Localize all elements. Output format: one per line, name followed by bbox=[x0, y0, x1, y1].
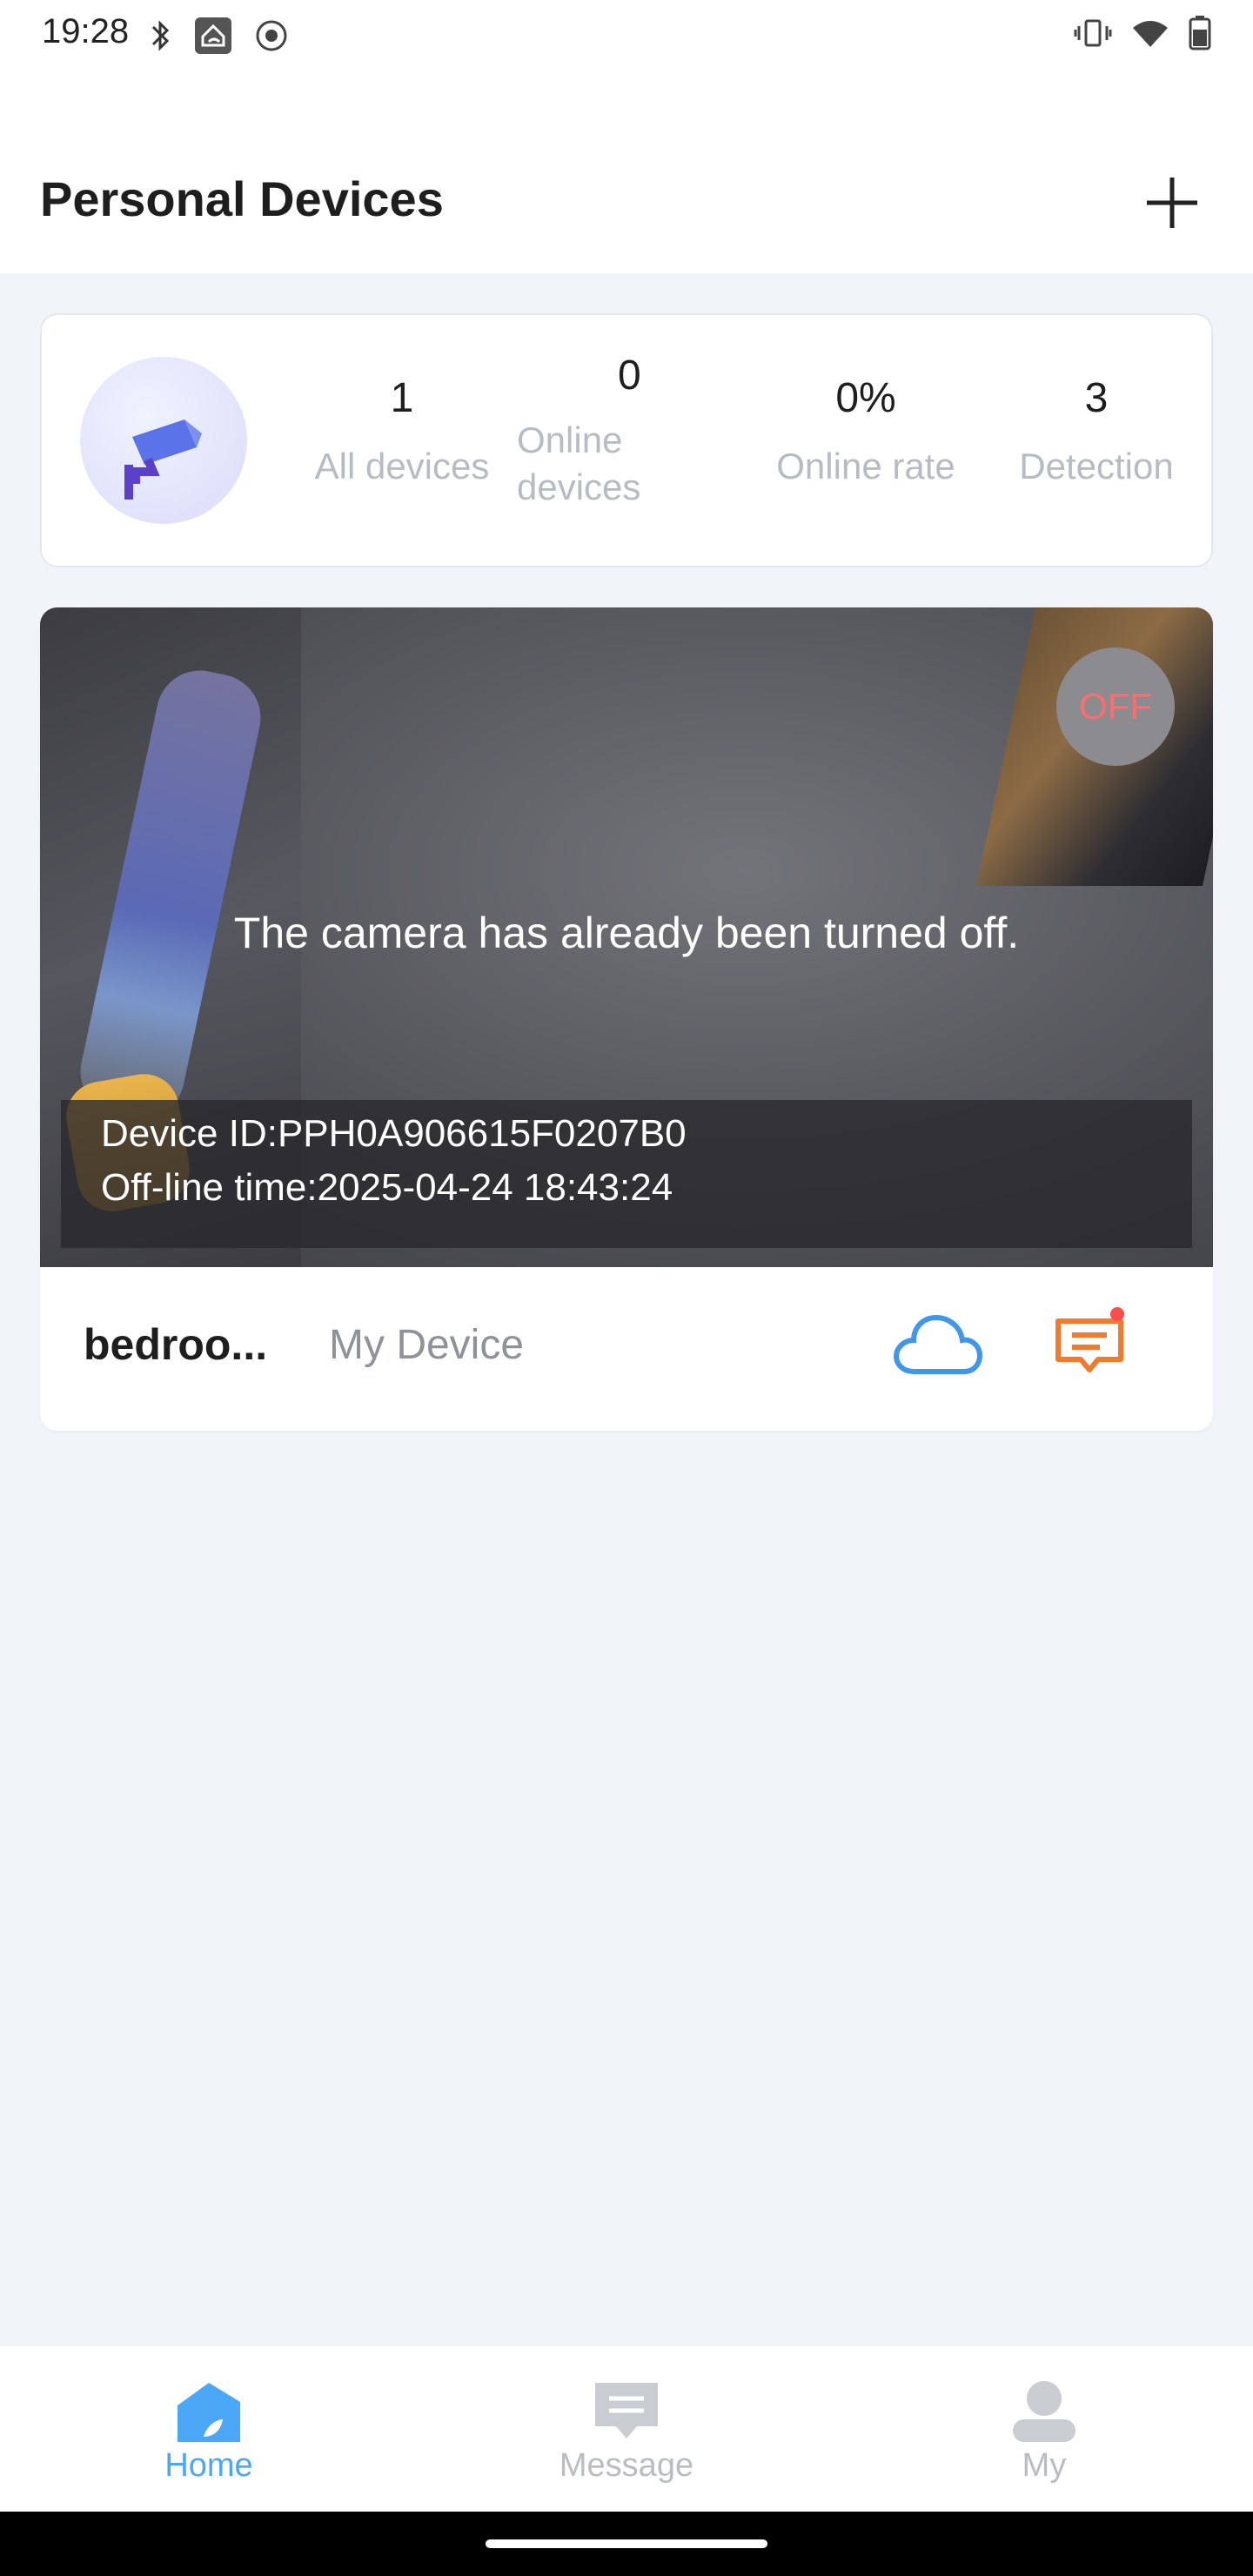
home-app-icon bbox=[193, 16, 233, 60]
device-info-panel: Device ID:PPH0A906615F0207B0 Off-line ti… bbox=[61, 1100, 1192, 1248]
nav-label: Home bbox=[164, 2447, 253, 2484]
plus-icon bbox=[1147, 178, 1197, 228]
status-icons-left bbox=[148, 16, 289, 60]
message-icon bbox=[595, 2383, 658, 2438]
camera-preview[interactable]: OFF The camera has already been turned o… bbox=[40, 607, 1213, 1267]
device-footer: bedroo... My Device bbox=[40, 1267, 1213, 1431]
home-indicator[interactable] bbox=[486, 2539, 767, 2548]
status-icons-right bbox=[1074, 16, 1211, 55]
stat-all-devices: 1 All devices bbox=[305, 374, 499, 490]
stat-value: 3 bbox=[1084, 375, 1109, 421]
power-toggle-button[interactable]: OFF bbox=[1056, 647, 1175, 766]
device-id: Device ID:PPH0A906615F0207B0 bbox=[101, 1112, 687, 1155]
user-icon bbox=[1013, 2381, 1075, 2442]
home-icon bbox=[178, 2383, 240, 2442]
notification-dot bbox=[1110, 1307, 1124, 1321]
nav-home[interactable]: Home bbox=[0, 2346, 418, 2512]
stat-value: 0% bbox=[835, 375, 896, 421]
stat-online-rate: 0% Online rate bbox=[757, 374, 975, 490]
stat-value: 0 bbox=[618, 352, 641, 399]
stat-label: Online devices bbox=[517, 419, 641, 507]
device-group: My Device bbox=[329, 1322, 525, 1368]
stat-value: 1 bbox=[390, 375, 414, 421]
stat-label: Online rate bbox=[776, 446, 955, 486]
stat-detection: 3 Detection bbox=[1001, 374, 1192, 490]
offline-time: Off-line time:2025-04-24 18:43:24 bbox=[101, 1166, 673, 1209]
cloud-icon bbox=[893, 1314, 983, 1374]
device-card[interactable]: OFF The camera has already been turned o… bbox=[40, 607, 1213, 1431]
device-name[interactable]: bedroo... bbox=[84, 1319, 267, 1370]
bluetooth-icon bbox=[148, 18, 172, 57]
nav-message[interactable]: Message bbox=[418, 2346, 835, 2512]
camera-off-message: The camera has already been turned off. bbox=[233, 909, 1020, 957]
bottom-nav: Home Message My bbox=[0, 2346, 1253, 2512]
camera-icon bbox=[124, 419, 202, 500]
stat-label: All devices bbox=[314, 446, 490, 486]
nav-my[interactable]: My bbox=[835, 2346, 1253, 2512]
record-icon bbox=[254, 18, 289, 57]
device-messages-button[interactable] bbox=[1053, 1302, 1131, 1380]
status-time: 19:28 bbox=[42, 12, 130, 50]
add-device-button[interactable] bbox=[1140, 171, 1204, 235]
nav-label: My bbox=[1022, 2447, 1067, 2484]
wifi-icon bbox=[1131, 17, 1169, 53]
stat-label: Detection bbox=[1019, 446, 1174, 486]
vibrate-icon bbox=[1074, 17, 1112, 53]
stat-online-devices: 0 Online devices bbox=[517, 352, 754, 511]
cloud-storage-button[interactable] bbox=[893, 1311, 983, 1380]
battery-icon bbox=[1189, 16, 1211, 55]
page-title: Personal Devices bbox=[40, 171, 444, 226]
nav-label: Message bbox=[559, 2447, 694, 2484]
message-icon bbox=[1055, 1307, 1124, 1372]
summary-avatar bbox=[80, 357, 247, 524]
